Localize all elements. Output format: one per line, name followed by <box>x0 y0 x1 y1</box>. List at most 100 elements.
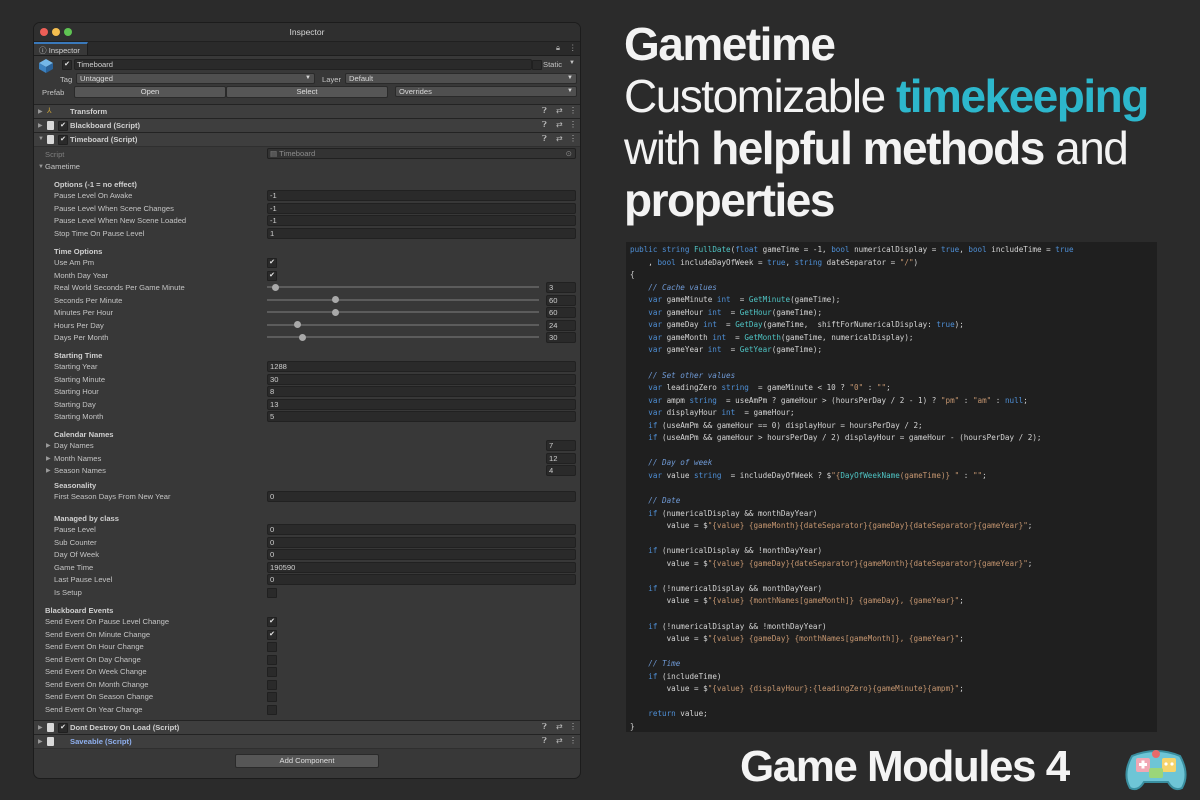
component-menu-icon[interactable]: ⋮ <box>569 106 577 115</box>
preset-icon[interactable]: ⇄ <box>556 736 563 745</box>
preset-icon[interactable]: ⇄ <box>556 722 563 731</box>
prefab-label: Prefab <box>42 88 65 97</box>
starting-input[interactable]: 1288 <box>267 361 576 372</box>
field-label: Hours Per Day <box>54 320 104 330</box>
slider-value-input[interactable]: 30 <box>546 332 576 343</box>
blackboard-enabled-checkbox[interactable]: ✔ <box>58 121 68 131</box>
managed-input[interactable]: 0 <box>267 549 576 560</box>
managed-input[interactable]: 0 <box>267 574 576 585</box>
help-icon[interactable]: ❓︎ <box>542 134 547 144</box>
preset-icon[interactable]: ⇄ <box>556 120 563 129</box>
starting-input[interactable]: 30 <box>267 373 576 385</box>
starting-input[interactable]: 8 <box>267 386 576 397</box>
field-label: Send Event On Month Change <box>45 679 149 689</box>
object-name-input[interactable]: Timeboard <box>74 59 532 70</box>
object-picker-icon[interactable]: ⊙ <box>566 149 572 158</box>
event-checkbox[interactable]: ✔ <box>267 617 277 627</box>
dont-destroy-enabled-checkbox[interactable]: ✔ <box>58 723 68 733</box>
preset-icon[interactable]: ⇄ <box>556 106 563 115</box>
array-size-input[interactable]: 4 <box>546 465 576 476</box>
option-input[interactable]: -1 <box>267 215 576 226</box>
blackboard-title: Blackboard (Script) <box>70 121 141 130</box>
starting-input[interactable]: 5 <box>267 411 576 422</box>
static-checkbox[interactable] <box>532 60 542 70</box>
slider-knob[interactable] <box>272 283 280 291</box>
code-line: if (numericalDisplay && monthDayYear) <box>648 508 818 518</box>
managed-input[interactable]: 0 <box>267 524 576 535</box>
help-icon[interactable]: ❓︎ <box>542 736 547 746</box>
slider-value-input[interactable]: 3 <box>546 282 576 293</box>
slider-value-input[interactable]: 24 <box>546 319 576 331</box>
component-timeboard[interactable]: ▼ ✔ Timeboard (Script) ❓︎ ⇄ ⋮ <box>34 132 580 147</box>
use-am-pm-checkbox[interactable]: ✔ <box>267 258 277 268</box>
object-active-checkbox[interactable]: ✔ <box>62 60 72 70</box>
expand-arrow-icon[interactable]: ▶ <box>46 442 51 449</box>
prefab-open-button[interactable]: Open <box>74 86 226 98</box>
slider-value-input[interactable]: 60 <box>546 294 576 306</box>
code-line: // Time <box>630 659 681 669</box>
help-icon[interactable]: ❓︎ <box>542 120 547 130</box>
field-label: Season Names <box>54 466 106 475</box>
prefab-overrides-dropdown[interactable]: Overrides ▼ <box>395 86 577 97</box>
expand-arrow-icon[interactable]: ▶ <box>38 108 43 115</box>
is-setup-checkbox[interactable] <box>267 587 277 598</box>
help-icon[interactable]: ❓︎ <box>542 722 547 732</box>
event-checkbox[interactable] <box>267 679 277 690</box>
add-component-button[interactable]: Add Component <box>235 754 379 768</box>
slider-knob[interactable] <box>332 308 339 316</box>
layer-dropdown[interactable]: Default ▼ <box>345 73 577 84</box>
collapse-arrow-icon[interactable]: ▼ <box>38 164 44 170</box>
component-transform[interactable]: ▶ ⅄ Transform ❓︎ ⇄ ⋮ <box>34 104 580 119</box>
component-menu-icon[interactable]: ⋮ <box>569 120 577 129</box>
expand-arrow-icon[interactable]: ▶ <box>38 738 43 745</box>
tag-dropdown[interactable]: Untagged ▼ <box>76 73 315 84</box>
slider-value-input[interactable]: 60 <box>546 307 576 318</box>
code-line: } <box>630 721 635 731</box>
gametime-foldout[interactable]: Gametime <box>45 162 80 171</box>
collapse-arrow-icon[interactable]: ▼ <box>38 136 44 142</box>
starting-input[interactable]: 13 <box>267 398 576 410</box>
expand-arrow-icon[interactable]: ▶ <box>38 122 43 129</box>
managed-input[interactable]: 190590 <box>267 561 576 573</box>
component-blackboard[interactable]: ▶ ✔ Blackboard (Script) ❓︎ ⇄ ⋮ <box>34 118 580 133</box>
first-season-input[interactable]: 0 <box>267 491 576 502</box>
headline-text: and <box>1043 122 1129 174</box>
preset-icon[interactable]: ⇄ <box>556 134 563 143</box>
event-checkbox[interactable]: ✔ <box>267 629 277 640</box>
static-dropdown-icon[interactable]: ▼ <box>569 60 575 66</box>
script-file-icon <box>47 737 54 746</box>
slider-knob[interactable] <box>332 296 339 303</box>
component-saveable[interactable]: ▶ Saveable (Script) ❓︎ ⇄ ⋮ <box>34 734 580 749</box>
component-menu-icon[interactable]: ⋮ <box>569 736 577 745</box>
event-checkbox[interactable] <box>267 692 277 702</box>
event-checkbox[interactable] <box>267 654 277 665</box>
timeboard-enabled-checkbox[interactable]: ✔ <box>58 135 68 145</box>
event-checkbox[interactable] <box>267 667 277 677</box>
tab-inspector[interactable]: ⓘ Inspector <box>34 42 88 55</box>
lock-icon[interactable]: 🔒︎ <box>556 43 560 53</box>
slider-knob[interactable] <box>293 321 301 328</box>
code-line: var ampm string = useAmPm ? gameHour > (… <box>648 395 1028 405</box>
month-day-year-checkbox[interactable]: ✔ <box>267 270 277 281</box>
kebab-menu-icon[interactable]: ⋮ <box>569 43 577 52</box>
prefab-select-button[interactable]: Select <box>226 86 388 98</box>
slider-knob[interactable] <box>299 333 307 341</box>
help-icon[interactable]: ❓︎ <box>542 106 547 116</box>
event-checkbox[interactable] <box>267 704 277 715</box>
event-checkbox[interactable] <box>267 642 277 652</box>
field-label: Pause Level <box>54 525 96 534</box>
expand-arrow-icon[interactable]: ▶ <box>46 455 51 462</box>
array-size-input[interactable]: 12 <box>546 452 576 464</box>
expand-arrow-icon[interactable]: ▶ <box>46 467 51 474</box>
expand-arrow-icon[interactable]: ▶ <box>38 724 43 731</box>
array-size-input[interactable]: 7 <box>546 440 576 451</box>
option-input[interactable]: -1 <box>267 190 576 201</box>
option-input[interactable]: -1 <box>267 202 576 214</box>
tag-value: Untagged <box>80 74 113 83</box>
gamepad-logo-icon <box>1122 744 1190 794</box>
managed-input[interactable]: 0 <box>267 536 576 548</box>
component-menu-icon[interactable]: ⋮ <box>569 722 577 731</box>
option-input[interactable]: 1 <box>267 227 576 239</box>
component-dont-destroy[interactable]: ▶ ✔ Dont Destroy On Load (Script) ❓︎ ⇄ ⋮ <box>34 720 580 735</box>
component-menu-icon[interactable]: ⋮ <box>569 134 577 143</box>
